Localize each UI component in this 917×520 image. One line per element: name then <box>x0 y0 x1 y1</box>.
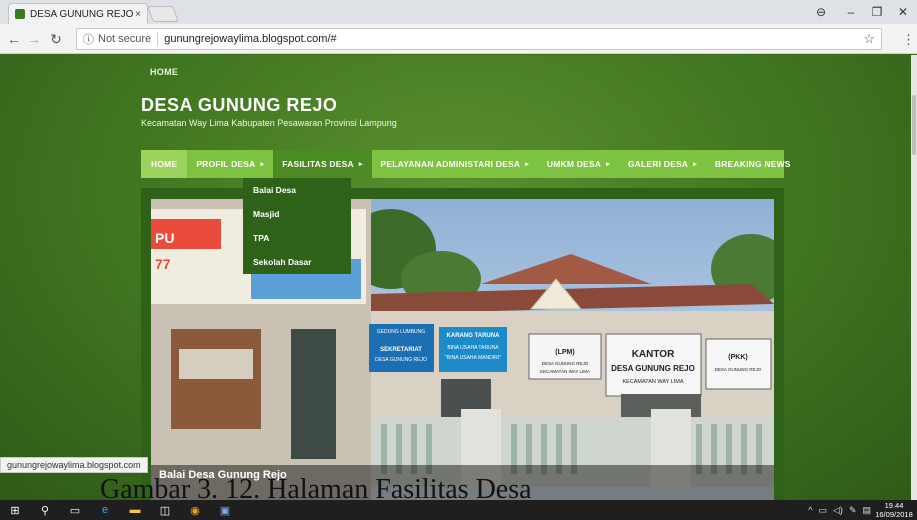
main-menu: HOME PROFIL DESA ▸ FASILITAS DESA ▸ PELA… <box>141 150 790 178</box>
site-title[interactable]: DESA GUNUNG REJO <box>141 95 337 116</box>
url-text[interactable]: gunungrejowaylima.blogspot.com/# <box>164 33 863 45</box>
reload-icon[interactable]: ↻ <box>48 30 64 48</box>
menu-pelayanan[interactable]: PELAYANAN ADMINISTARI DESA ▸ <box>372 150 538 178</box>
clock-date: 16/09/2018 <box>875 510 913 519</box>
system-tray: ^ ▭ ◁) ✎ ▤ <box>808 500 871 520</box>
menu-arrow-icon: ▸ <box>693 161 697 168</box>
menu-arrow-icon: ▸ <box>606 161 610 168</box>
search-icon[interactable]: ⚲ <box>30 500 60 520</box>
menu-arrow-icon: ▸ <box>525 161 529 168</box>
volume-icon[interactable]: ◁) <box>833 505 843 516</box>
menu-label: PROFIL DESA <box>196 159 256 169</box>
site-subtitle: Kecamatan Way Lima Kabupaten Pesawaran P… <box>141 118 397 128</box>
sign-label: GEDUNG LUMBUNG <box>377 329 425 335</box>
menu-label: PELAYANAN ADMINISTARI DESA <box>380 159 521 169</box>
sign-label: DESA GUNUNG REJO <box>715 367 762 372</box>
sign-label: KARANG TARUNA <box>447 333 501 339</box>
scrollbar-thumb[interactable] <box>912 95 916 155</box>
web-page: HOME DESA GUNUNG REJO Kecamatan Way Lima… <box>0 55 917 500</box>
menu-arrow-icon: ▸ <box>260 161 265 168</box>
sign-label: (LPM) <box>555 349 574 356</box>
sign-label: (PKK) <box>728 354 747 361</box>
tab-bar: DESA GUNUNG REJO × ⊖ – ❐ ✕ <box>0 0 917 24</box>
dropdown-item-tpa[interactable]: TPA <box>243 226 351 250</box>
tab-close-icon[interactable]: × <box>135 9 141 20</box>
sign-label: SEKRETARIAT <box>380 347 422 353</box>
menu-kebab-icon[interactable]: ⋮ <box>902 32 915 48</box>
menu-label: HOME <box>151 159 178 169</box>
address-bar: ← → ↻ ⓘ Not secure gunungrejowaylima.blo… <box>0 24 917 54</box>
banner-label: PU <box>155 230 174 246</box>
sign-label: DESA GUNUNG REJO <box>375 357 427 363</box>
tab-title: DESA GUNUNG REJO <box>30 8 134 20</box>
clock-time: 19.44 <box>884 501 904 510</box>
menu-arrow-icon: ▸ <box>358 161 363 168</box>
menu-label: FASILITAS DESA <box>282 159 354 169</box>
task-view-icon[interactable]: ▭ <box>60 500 90 520</box>
sign-label: DESA GUNUNG REJO <box>542 361 589 366</box>
dropdown-item-sekolah-dasar[interactable]: Sekolah Dasar <box>243 250 351 274</box>
menu-fasilitas-desa[interactable]: FASILITAS DESA ▸ <box>273 150 372 178</box>
close-window-icon[interactable]: ✕ <box>888 0 917 24</box>
breadcrumb[interactable]: HOME <box>150 67 178 77</box>
omnibox[interactable]: ⓘ Not secure gunungrejowaylima.blogspot.… <box>76 28 882 50</box>
menu-umkm-desa[interactable]: UMKM DESA ▸ <box>538 150 619 178</box>
dropdown-item-masjid[interactable]: Masjid <box>243 202 351 226</box>
sign-label: KANTOR <box>632 349 675 360</box>
banner-label: 77 <box>155 256 171 272</box>
new-tab-button[interactable] <box>147 6 179 22</box>
fasilitas-dropdown: Balai Desa Masjid TPA Sekolah Dasar <box>243 178 351 274</box>
menu-label: UMKM DESA <box>546 159 602 169</box>
back-icon[interactable]: ← <box>6 30 22 48</box>
sign-label: BINA USAHA TARUNA <box>447 345 499 351</box>
tray-chevron-icon[interactable]: ^ <box>808 505 812 515</box>
notification-icon[interactable]: ▤ <box>862 505 871 516</box>
bookmark-star-icon[interactable]: ☆ <box>863 31 875 47</box>
menu-home[interactable]: HOME <box>141 150 188 178</box>
menu-label: GALERI DESA <box>627 159 689 169</box>
forward-icon[interactable]: → <box>26 30 42 48</box>
sign-label: KECAMATAN WAY LIMA <box>540 369 590 374</box>
sign-label: DESA GUNUNG REJO <box>611 364 695 373</box>
windows-start-icon[interactable]: ⊞ <box>0 500 30 520</box>
dropdown-item-balai-desa[interactable]: Balai Desa <box>243 178 351 202</box>
pen-icon[interactable]: ✎ <box>849 505 857 516</box>
scrollbar[interactable] <box>911 55 917 500</box>
battery-icon[interactable]: ▭ <box>819 505 828 516</box>
browser-tab[interactable]: DESA GUNUNG REJO × <box>8 3 148 24</box>
figure-caption: Gambar 3. 12. Halaman Fasilitas Desa <box>100 474 532 505</box>
menu-profil-desa[interactable]: PROFIL DESA ▸ <box>187 150 273 178</box>
profile-icon[interactable]: ⊖ <box>806 0 836 24</box>
status-url-tooltip: gunungrejowaylima.blogspot.com <box>0 457 148 473</box>
info-icon[interactable]: ⓘ <box>83 31 94 47</box>
security-label[interactable]: Not secure <box>98 33 151 45</box>
sign-label: KECAMATAN WAY LIMA <box>622 379 683 385</box>
menu-label: BREAKING NEWS <box>714 159 791 169</box>
taskbar-clock[interactable]: 19.44 16/09/2018 <box>873 501 915 519</box>
sign-label: "BINA USAHA MANDIRI" <box>445 355 501 361</box>
menu-breaking-news[interactable]: BREAKING NEWS <box>706 150 800 178</box>
omnibox-divider <box>157 32 159 46</box>
favicon-icon <box>15 9 25 19</box>
menu-galeri-desa[interactable]: GALERI DESA ▸ <box>619 150 706 178</box>
